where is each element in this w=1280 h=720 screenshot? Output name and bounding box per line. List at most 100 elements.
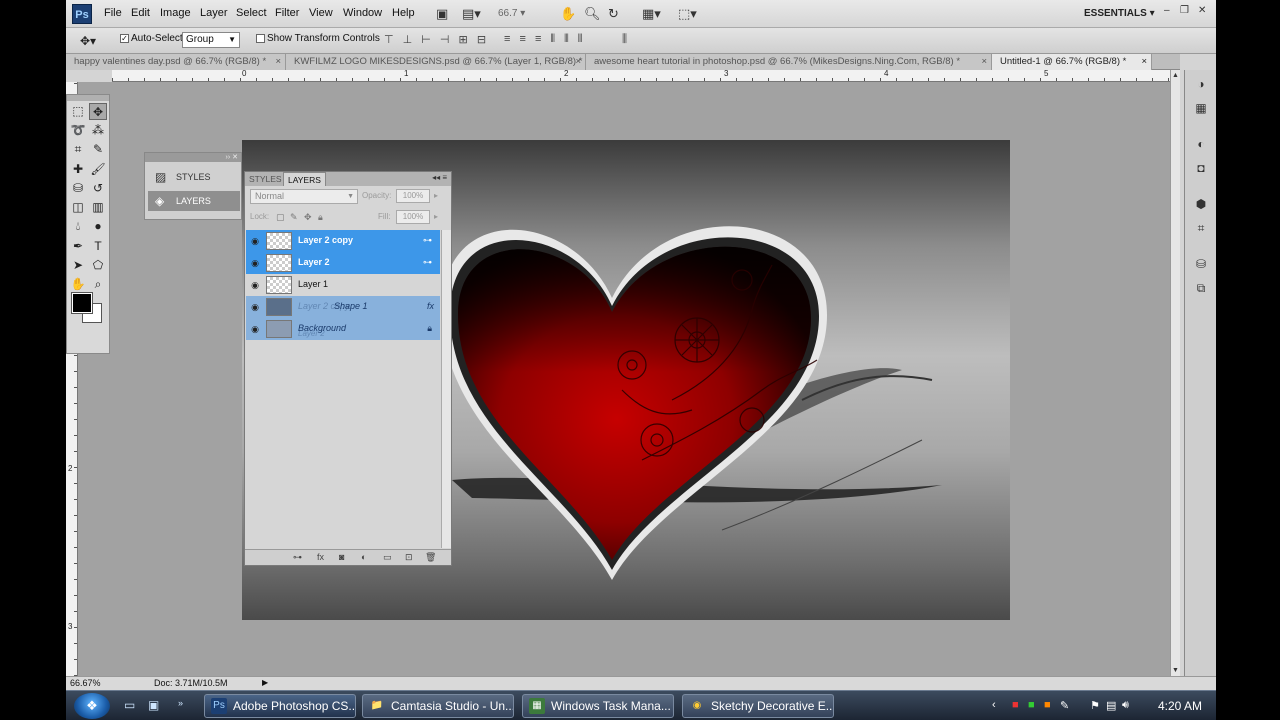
gradient-tool-icon[interactable]: ▥ <box>89 199 107 216</box>
3d-panel-icon[interactable]: ⬢ <box>1193 196 1209 212</box>
scroll-down-icon[interactable]: ▼ <box>1172 667 1179 674</box>
move-tool-preset-icon[interactable]: ✥▾ <box>80 34 96 48</box>
start-button[interactable]: ❖ <box>74 693 110 719</box>
lasso-tool-icon[interactable]: ➰ <box>69 122 87 139</box>
link-layers-icon[interactable]: ⊶ <box>293 552 302 563</box>
scroll-up-icon[interactable]: ▲ <box>1172 72 1179 79</box>
align-buttons[interactable]: ⊤ ⊥ ⊢ ⊣ ⊞ ⊟ <box>384 33 489 46</box>
tray-app-icon[interactable]: ■ <box>1028 699 1035 711</box>
zoom-icon[interactable]: 🔍︎ <box>584 6 601 22</box>
color-panel-icon[interactable]: ◑ <box>1193 76 1209 92</box>
fill-input[interactable]: 100% <box>396 210 430 224</box>
clone-stamp-icon[interactable]: ⛁ <box>69 180 87 197</box>
close-icon[interactable]: × <box>981 54 987 70</box>
adjustments-panel-icon[interactable]: ◐ <box>1193 136 1209 152</box>
tab-kwfilmz-logo[interactable]: KWFILMZ LOGO MIKESDESIGNS.psd @ 66.7% (L… <box>286 54 586 70</box>
menu-help[interactable]: Help <box>392 7 415 19</box>
status-zoom[interactable]: 66.67% <box>70 678 101 688</box>
type-tool-icon[interactable]: T <box>89 238 107 255</box>
taskbar-task-manager[interactable]: ▦ Windows Task Mana... <box>522 694 674 718</box>
marquee-tool-icon[interactable]: ⬚ <box>69 103 87 120</box>
quicklaunch-more-icon[interactable]: » <box>178 698 183 708</box>
opacity-arrow-icon[interactable]: ▸ <box>434 191 438 200</box>
visibility-eye-icon[interactable]: ◉ <box>249 323 261 335</box>
healing-brush-icon[interactable]: ✚ <box>69 161 87 178</box>
rotate-view-icon[interactable]: ↻ <box>608 6 619 22</box>
eraser-icon[interactable]: ◫ <box>69 199 87 216</box>
delete-layer-icon[interactable]: 🗑︎ <box>425 552 436 563</box>
lock-pixels-icon[interactable]: ✎ <box>290 212 298 223</box>
taskbar-camtasia[interactable]: 📁 Camtasia Studio - Un... <box>362 694 514 718</box>
close-icon[interactable]: × <box>575 54 581 70</box>
tray-expand-icon[interactable]: ‹ <box>992 699 996 711</box>
menu-filter[interactable]: Filter <box>275 7 299 19</box>
dragging-layer-row[interactable]: ◉ Shape 1 Layer 2 copy fx <box>246 296 440 318</box>
menu-select[interactable]: Select <box>236 7 267 19</box>
panel-menu-icon[interactable]: ◂◂ ≡ <box>432 173 447 182</box>
volume-icon[interactable]: 🔊︎ <box>1122 699 1129 712</box>
network-icon[interactable]: ▤ <box>1106 699 1116 712</box>
dodge-tool-icon[interactable]: ● <box>89 218 107 235</box>
auto-select-checkbox[interactable]: ✓ <box>120 34 129 43</box>
bridge-icon[interactable]: ▣ <box>436 6 448 22</box>
adjustment-layer-icon[interactable]: ◐ <box>361 552 366 562</box>
arrange-docs-icon[interactable]: ▦▾ <box>642 6 661 22</box>
status-menu-icon[interactable]: ▶ <box>262 678 268 687</box>
show-transform-checkbox[interactable] <box>256 34 265 43</box>
layer-row[interactable]: ◉ Layer 2 copy ⊶ <box>246 230 440 252</box>
menu-layer[interactable]: Layer <box>200 7 228 19</box>
layer-row[interactable]: ◉ Layer 1 <box>246 274 440 296</box>
magic-wand-icon[interactable]: ⁂ <box>89 122 107 139</box>
screen-mode-icon[interactable]: ⬚▾ <box>678 6 697 22</box>
masks-panel-icon[interactable]: ◘ <box>1193 160 1209 176</box>
lock-position-icon[interactable]: ✥ <box>304 212 312 223</box>
extras-icon[interactable]: ▤▾ <box>462 6 481 22</box>
new-layer-icon[interactable]: ⊡ <box>405 552 413 563</box>
show-desktop-icon[interactable]: ▭ <box>124 698 135 712</box>
tab-untitled-1[interactable]: Untitled-1 @ 66.7% (RGB/8) * × <box>992 54 1152 70</box>
visibility-eye-icon[interactable]: ◉ <box>249 257 261 269</box>
zoom-tool-icon[interactable]: ⌕ <box>89 276 107 293</box>
brush-tool-icon[interactable]: 🖌︎ <box>89 161 107 178</box>
pen-tool-icon[interactable]: ✒ <box>69 238 87 255</box>
eyedropper-icon[interactable]: ✎ <box>89 141 107 158</box>
path-select-icon[interactable]: ➤ <box>69 257 87 274</box>
foreground-color-swatch[interactable] <box>72 293 92 313</box>
fill-arrow-icon[interactable]: ▸ <box>434 212 438 221</box>
menu-edit[interactable]: Edit <box>131 7 150 19</box>
tray-app-icon[interactable]: ■ <box>1012 699 1019 711</box>
add-mask-icon[interactable]: ◙ <box>339 552 344 562</box>
blur-tool-icon[interactable]: 💧︎ <box>69 218 87 235</box>
new-group-icon[interactable]: ▭ <box>383 552 392 563</box>
add-style-icon[interactable]: fx <box>317 552 324 562</box>
blend-mode-select[interactable]: Normal ▼ <box>250 189 358 204</box>
fx-icon[interactable]: fx <box>427 301 434 311</box>
layers-panel-button[interactable]: ◈ LAYERS <box>148 191 240 211</box>
crop-tool-icon[interactable]: ⌗ <box>69 141 87 158</box>
move-tool-icon[interactable]: ✥ <box>89 103 107 120</box>
tray-pen-icon[interactable]: ✎ <box>1060 699 1069 712</box>
menu-file[interactable]: File <box>104 7 122 19</box>
history-brush-icon[interactable]: ↺ <box>89 180 107 197</box>
shape-tool-icon[interactable]: ⬠ <box>89 257 107 274</box>
tab-layers[interactable]: LAYERS <box>283 172 326 186</box>
close-icon[interactable]: × <box>1141 54 1147 70</box>
switch-windows-icon[interactable]: ▣ <box>148 698 159 712</box>
minimize-button[interactable]: ‒ <box>1164 5 1170 16</box>
tray-actioncenter-icon[interactable]: ⚑ <box>1090 699 1100 712</box>
auto-select-dropdown[interactable]: Group ▼ <box>182 32 240 48</box>
visibility-eye-icon[interactable]: ◉ <box>249 235 261 247</box>
close-icon[interactable]: × <box>275 54 281 70</box>
horizontal-ruler[interactable]: 0 1 2 3 4 5 <box>112 69 1170 82</box>
distribute-buttons[interactable]: ≡ ≡ ≡ ⫴ ⫴ ⫴ <box>504 33 585 46</box>
dragging-layer-row[interactable]: ◉ Background Layer 2 🔒︎ <box>246 318 440 340</box>
panel-dock-header[interactable]: ›› ✕ <box>145 153 241 162</box>
channels-panel-icon[interactable]: ⧉ <box>1193 280 1209 296</box>
restore-button[interactable]: ❐ <box>1180 5 1189 16</box>
tab-styles[interactable]: STYLES <box>245 172 286 186</box>
taskbar-photoshop[interactable]: Ps Adobe Photoshop CS... <box>204 694 356 718</box>
swatches-panel-icon[interactable]: ▦ <box>1193 100 1209 116</box>
tab-happy-valentines[interactable]: happy valentines day.psd @ 66.7% (RGB/8)… <box>66 54 286 70</box>
layers-scrollbar[interactable] <box>441 230 451 548</box>
lock-all-icon[interactable]: 🔒︎ <box>318 212 323 223</box>
